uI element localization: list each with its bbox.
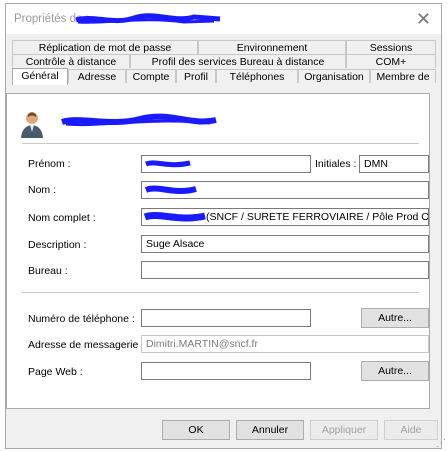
tab-profil-services-bureau[interactable]: Profil des services Bureau à distance — [130, 54, 346, 68]
web-label: Page Web : — [28, 366, 83, 378]
tab-adresse[interactable]: Adresse — [68, 69, 126, 83]
nom-complet-label: Nom complet : — [28, 212, 96, 224]
bureau-field[interactable] — [141, 261, 429, 279]
tab-replication[interactable]: Réplication de mot de passe — [12, 40, 198, 54]
web-field[interactable] — [141, 362, 311, 380]
redacted-name-scribble — [61, 113, 217, 127]
redacted-prenom-scribble — [145, 160, 191, 168]
tab-controle-distance[interactable]: Contrôle à distance — [12, 54, 130, 68]
title-bar: Propriétés de : ✕ — [6, 4, 441, 34]
tab-telephones[interactable]: Téléphones — [216, 69, 298, 83]
tab-membre-de[interactable]: Membre de — [370, 69, 436, 83]
tab-sessions[interactable]: Sessions — [346, 40, 436, 54]
tab-compte[interactable]: Compte — [126, 69, 176, 83]
appliquer-button[interactable]: Appliquer — [310, 420, 378, 440]
description-label: Description : — [28, 239, 87, 251]
tab-environnement[interactable]: Environnement — [198, 40, 346, 54]
tab-row-3: Général Adresse Compte Profil Téléphones… — [12, 68, 436, 85]
tab-general[interactable]: Général — [12, 68, 68, 85]
tab-profil[interactable]: Profil — [176, 69, 216, 83]
initiales-field[interactable]: DMN — [359, 155, 429, 173]
aide-button[interactable]: Aide — [384, 420, 438, 440]
redacted-nom-scribble — [144, 185, 197, 194]
resize-grip-icon[interactable]: ⋰ — [436, 438, 446, 449]
user-icon — [21, 112, 43, 138]
description-field[interactable]: Suge Alsace — [141, 235, 429, 253]
divider-top — [22, 143, 419, 144]
redacted-nom-complet-scribble — [143, 212, 206, 222]
web-autre-button[interactable]: Autre... — [361, 361, 429, 381]
email-field[interactable]: Dimitri.MARTIN@sncf.fr — [141, 335, 429, 353]
telephone-autre-button[interactable]: Autre... — [361, 308, 429, 328]
annuler-button[interactable]: Annuler — [236, 420, 304, 440]
tab-com-plus[interactable]: COM+ — [346, 54, 436, 68]
tab-row-2: Contrôle à distance Profil des services … — [12, 54, 436, 69]
close-icon[interactable]: ✕ — [416, 9, 431, 30]
nom-label: Nom : — [28, 184, 57, 196]
redacted-title-scribble — [75, 13, 221, 24]
tab-row-1: Réplication de mot de passe Environnemen… — [12, 40, 436, 55]
initiales-label: Initiales : — [315, 158, 357, 170]
telephone-field[interactable] — [141, 309, 311, 327]
divider-middle — [22, 292, 419, 293]
bureau-label: Bureau : — [28, 265, 68, 277]
tab-organisation[interactable]: Organisation — [298, 69, 370, 83]
email-label: Adresse de messagerie : — [28, 339, 145, 351]
telephone-label: Numéro de téléphone : — [28, 313, 135, 325]
prenom-label: Prénom : — [28, 158, 71, 170]
ok-button[interactable]: OK — [162, 420, 230, 440]
